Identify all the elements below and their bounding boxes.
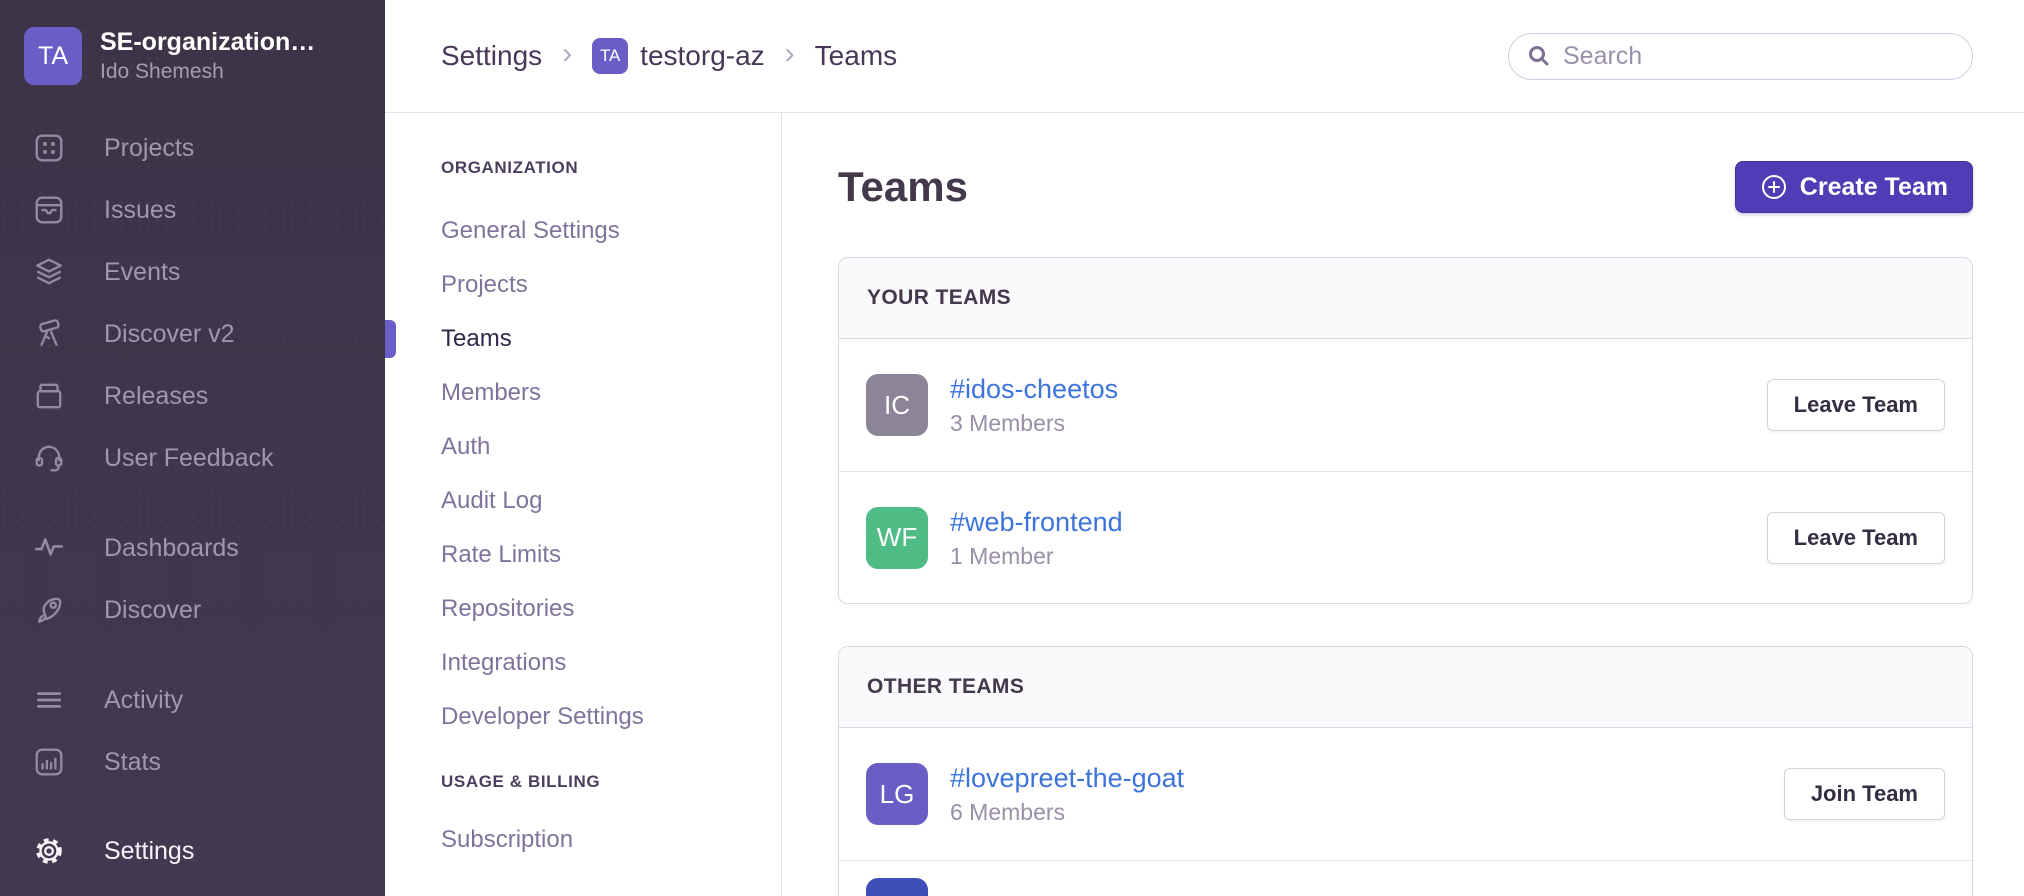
sidebar-item-label: Discover [104, 596, 201, 625]
breadcrumb-settings-link[interactable]: Settings [441, 40, 542, 72]
sidebar-item-settings[interactable]: Settings [0, 820, 385, 882]
activity-lines-icon [33, 684, 71, 716]
team-avatar [866, 878, 928, 896]
breadcrumb: Settings › TA testorg-az › Teams [441, 37, 897, 75]
settings-nav-item-projects[interactable]: Projects [441, 258, 781, 312]
team-avatar-initials: IC [884, 390, 910, 421]
issues-inbox-icon [33, 194, 71, 226]
breadcrumb-current-page: Teams [815, 40, 897, 72]
sidebar-item-discover-v2[interactable]: Discover v2 [0, 303, 385, 365]
team-member-count: 3 Members [950, 408, 1767, 438]
sidebar-item-events[interactable]: Events [0, 241, 385, 303]
team-link[interactable]: #web-frontend [950, 505, 1123, 539]
settings-nav-item-repositories[interactable]: Repositories [441, 582, 781, 636]
rocket-icon [33, 594, 71, 626]
settings-nav-item-auth[interactable]: Auth [441, 420, 781, 474]
user-feedback-headset-icon [33, 442, 71, 474]
org-badge: TA [592, 38, 628, 74]
active-indicator [385, 320, 396, 358]
telescope-icon [33, 318, 71, 350]
sidebar-item-projects[interactable]: Projects [0, 117, 385, 179]
sidebar-item-label: Events [104, 258, 180, 287]
projects-grid-icon [33, 132, 71, 164]
org-avatar[interactable]: TA [24, 27, 82, 85]
sidebar-item-releases[interactable]: Releases [0, 365, 385, 427]
settings-nav-item-developer-settings[interactable]: Developer Settings [441, 690, 781, 744]
leave-team-button[interactable]: Leave Team [1767, 379, 1945, 431]
sidebar-item-label: Issues [104, 196, 176, 225]
settings-nav-item-general-settings[interactable]: General Settings [441, 204, 781, 258]
sidebar-item-label: Dashboards [104, 534, 239, 563]
search-input[interactable] [1563, 42, 1954, 71]
search-icon [1527, 44, 1551, 68]
team-row: WF #web-frontend 1 Member Leave Team [839, 471, 1972, 603]
team-member-count: 1 Member [950, 541, 1767, 571]
team-avatar: LG [866, 763, 928, 825]
join-team-button[interactable]: Join Team [1784, 768, 1945, 820]
top-header: Settings › TA testorg-az › Teams [385, 0, 2024, 113]
team-avatar-initials: LG [880, 779, 915, 810]
settings-nav-item-label: Teams [441, 325, 512, 353]
create-team-button[interactable]: Create Team [1735, 161, 1973, 213]
sidebar-nav: Projects Issues [0, 117, 385, 882]
your-teams-panel: YOUR TEAMS IC #idos-cheetos 3 Members Le… [838, 257, 1973, 604]
events-stack-icon [33, 256, 71, 288]
sidebar-item-label: Activity [104, 686, 183, 715]
chevron-right-icon: › [558, 37, 576, 75]
sidebar-item-label: Settings [104, 837, 194, 866]
leave-team-button[interactable]: Leave Team [1767, 512, 1945, 564]
page-title: Teams [838, 159, 968, 215]
sidebar-item-activity[interactable]: Activity [0, 669, 385, 731]
settings-nav-item-integrations[interactable]: Integrations [441, 636, 781, 690]
pulse-line-icon [33, 532, 71, 564]
settings-nav-section-organization: ORGANIZATION [441, 158, 781, 178]
team-link[interactable]: #lovepreet-the-goat [950, 761, 1184, 795]
org-avatar-initials: TA [38, 42, 68, 71]
app-window: TA SE-organization… Ido Shemesh [0, 0, 2024, 896]
org-switcher[interactable]: TA SE-organization… Ido Shemesh [0, 0, 385, 85]
sidebar-item-label: Projects [104, 134, 194, 163]
panel-header: OTHER TEAMS [839, 647, 1972, 728]
org-meta: SE-organization… Ido Shemesh [100, 27, 315, 85]
org-user-name: Ido Shemesh [100, 59, 315, 85]
team-row-partially-visible [839, 860, 1972, 896]
settings-nav-section-usage-billing: USAGE & BILLING [441, 772, 781, 792]
sidebar-item-label: Stats [104, 748, 161, 777]
bar-chart-icon [33, 746, 71, 778]
releases-archive-icon [33, 380, 71, 412]
breadcrumb-org-name: testorg-az [640, 40, 765, 72]
other-teams-panel: OTHER TEAMS LG #lovepreet-the-goat 6 Mem… [838, 646, 1973, 896]
settings-nav-item-teams[interactable]: Teams [441, 312, 781, 366]
team-avatar-initials: WF [877, 522, 917, 553]
sidebar-item-stats[interactable]: Stats [0, 731, 385, 793]
search-box[interactable] [1508, 33, 1973, 80]
panel-header: YOUR TEAMS [839, 258, 1972, 339]
settings-nav-item-subscription[interactable]: Subscription [441, 810, 781, 870]
plus-circle-icon [1760, 173, 1788, 201]
breadcrumb-org-link[interactable]: TA testorg-az [592, 38, 765, 74]
sidebar-item-discover[interactable]: Discover [0, 579, 385, 641]
settings-nav-item-audit-log[interactable]: Audit Log [441, 474, 781, 528]
team-row: IC #idos-cheetos 3 Members Leave Team [839, 339, 1972, 471]
sidebar-item-label: User Feedback [104, 444, 274, 473]
settings-nav: ORGANIZATION General Settings Projects T… [385, 113, 782, 896]
chevron-right-icon: › [781, 37, 799, 75]
settings-nav-item-rate-limits[interactable]: Rate Limits [441, 528, 781, 582]
sidebar-item-label: Discover v2 [104, 320, 235, 349]
gear-icon [33, 835, 71, 867]
sidebar-item-label: Releases [104, 382, 208, 411]
sidebar-item-issues[interactable]: Issues [0, 179, 385, 241]
sidebar-item-user-feedback[interactable]: User Feedback [0, 427, 385, 489]
team-member-count: 6 Members [950, 797, 1784, 827]
team-avatar: IC [866, 374, 928, 436]
settings-nav-item-members[interactable]: Members [441, 366, 781, 420]
org-name: SE-organization… [100, 27, 315, 57]
team-link[interactable]: #idos-cheetos [950, 372, 1118, 406]
team-row: LG #lovepreet-the-goat 6 Members Join Te… [839, 728, 1972, 860]
create-team-label: Create Team [1800, 173, 1948, 202]
team-avatar: WF [866, 507, 928, 569]
main-content: Teams Create Team YOUR TEAMS IC [782, 113, 2024, 896]
sidebar-item-dashboards[interactable]: Dashboards [0, 517, 385, 579]
primary-sidebar: TA SE-organization… Ido Shemesh [0, 0, 385, 896]
